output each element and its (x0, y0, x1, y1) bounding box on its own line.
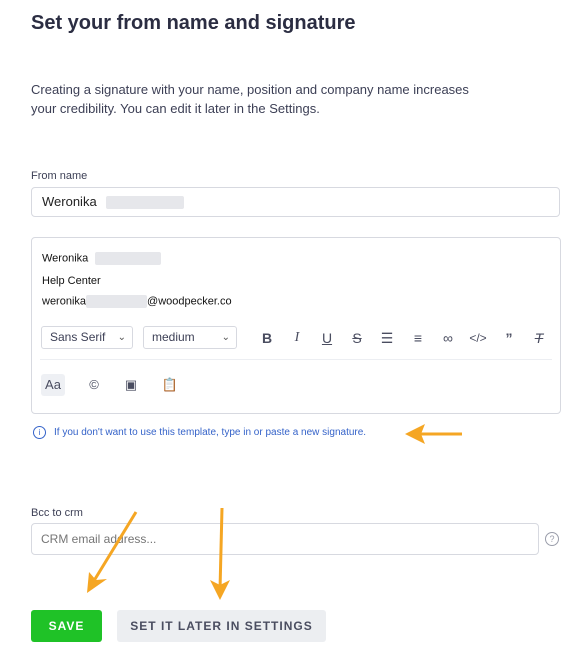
arrow-pointing-hint (405, 424, 462, 444)
image-icon[interactable]: ▣ (119, 374, 143, 396)
chevron-down-icon: ⌄ (117, 332, 126, 343)
help-icon[interactable]: ? (545, 532, 559, 546)
bcc-label: Bcc to crm (31, 507, 83, 519)
quote-icon[interactable]: ” (499, 328, 519, 348)
signature-email-line: weronika @woodpecker.co (42, 295, 232, 308)
page-description: Creating a signature with your name, pos… (31, 82, 469, 116)
bullet-list-icon[interactable]: ☰ (377, 328, 397, 348)
font-size-value: medium (152, 330, 195, 344)
redacted-text (95, 252, 162, 265)
code-icon[interactable]: </> (468, 328, 488, 348)
underline-icon[interactable]: U (317, 328, 337, 348)
toolbar-divider (40, 359, 552, 360)
set-later-button[interactable]: SET IT LATER IN SETTINGS (117, 610, 326, 642)
paste-template-icon[interactable]: 📋 (158, 374, 182, 396)
bold-icon[interactable]: B (257, 328, 277, 348)
chevron-down-icon: ⌄ (221, 332, 230, 343)
font-family-value: Sans Serif (50, 330, 106, 344)
save-button[interactable]: SAVE (31, 610, 102, 642)
font-family-select[interactable]: Sans Serif ⌄ (41, 326, 133, 349)
template-hint: i If you don't want to use this template,… (33, 426, 366, 439)
redacted-text (106, 196, 185, 210)
clear-format-icon[interactable]: T (529, 328, 549, 348)
info-icon: i (33, 426, 46, 439)
signature-name-line: Weronika (42, 252, 162, 265)
crm-email-input[interactable] (31, 523, 539, 555)
copyright-icon[interactable]: © (82, 374, 106, 396)
text-style-icon[interactable]: Aa (41, 374, 65, 396)
font-size-select[interactable]: medium ⌄ (143, 326, 237, 349)
from-name-value: Weronika (42, 194, 97, 209)
signature-email-prefix: weronika (42, 295, 87, 308)
italic-icon[interactable]: I (287, 328, 307, 348)
align-icon[interactable]: ≡ (408, 328, 428, 348)
hint-text: If you don't want to use this template, … (54, 427, 367, 439)
from-name-input[interactable]: Weronika (31, 187, 560, 217)
strikethrough-icon[interactable]: S (347, 328, 367, 348)
signature-position: Help Center (42, 275, 101, 287)
signature-editor[interactable]: Weronika Help Center weronika @woodpecker… (31, 237, 561, 414)
signature-email-domain: @woodpecker.co (147, 295, 232, 308)
signature-name: Weronika (42, 252, 89, 265)
page-title: Set your from name and signature (31, 12, 356, 34)
link-icon[interactable]: ∞ (438, 328, 458, 348)
from-name-label: From name (31, 170, 88, 182)
redacted-text (86, 295, 148, 308)
